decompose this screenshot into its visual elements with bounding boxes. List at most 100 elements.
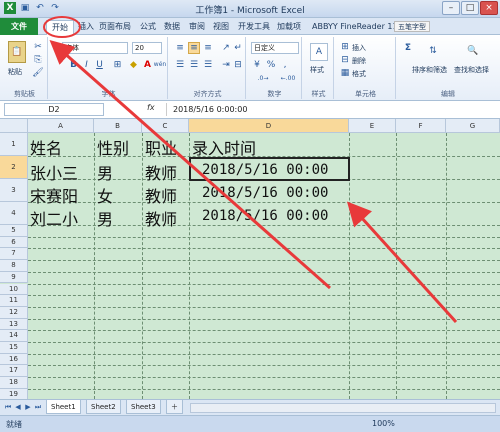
row-header-12[interactable]: 12 xyxy=(0,306,28,319)
tab-insert[interactable]: 插入 xyxy=(78,20,94,34)
minimize-button[interactable]: – xyxy=(442,1,460,15)
new-sheet-icon[interactable]: ＋ xyxy=(166,400,183,414)
cell-b2[interactable]: 男 xyxy=(97,160,113,184)
column-header-d[interactable]: D xyxy=(189,119,349,133)
bold-icon[interactable]: B xyxy=(68,59,79,70)
tab-developer[interactable]: 开发工具 xyxy=(238,20,270,34)
italic-icon[interactable]: I xyxy=(81,59,92,70)
row-header-7[interactable]: 7 xyxy=(0,248,28,261)
column-header-b[interactable]: B xyxy=(94,119,142,133)
find-select-icon[interactable]: 🔍 xyxy=(464,41,482,61)
format-cells-icon[interactable]: ▦ xyxy=(340,68,350,78)
copy-icon[interactable]: ⎘ xyxy=(32,54,44,66)
tab-home[interactable]: 开始 xyxy=(46,20,74,36)
cell-a4[interactable]: 刘二小 xyxy=(30,206,78,230)
column-header-g[interactable]: G xyxy=(446,119,500,133)
wrap-text-icon[interactable]: ↵ xyxy=(232,42,244,54)
font-size-select[interactable]: 20 xyxy=(132,42,162,54)
align-left-icon[interactable]: ☰ xyxy=(174,59,186,71)
cell-b4[interactable]: 男 xyxy=(97,206,113,230)
column-header-f[interactable]: F xyxy=(396,119,446,133)
row-header-17[interactable]: 17 xyxy=(0,365,28,378)
row-header-19[interactable]: 19 xyxy=(0,388,28,399)
format-cells-button[interactable]: 格式 xyxy=(352,69,366,79)
formula-input[interactable]: 2018/5/16 0:00:00 xyxy=(166,103,496,116)
cell-d3[interactable]: 2018/5/16 00:00 xyxy=(202,185,328,201)
row-header-13[interactable]: 13 xyxy=(0,318,28,331)
sheet-tab-3[interactable]: Sheet3 xyxy=(126,400,161,414)
zoom-level[interactable]: 100% xyxy=(372,419,395,428)
styles-button[interactable]: 样式 xyxy=(310,65,324,75)
tab-addins[interactable]: 加载项 xyxy=(277,20,301,34)
sort-filter-button[interactable]: 排序和筛选 xyxy=(412,65,447,75)
insert-cells-button[interactable]: 插入 xyxy=(352,43,366,53)
number-format-select[interactable]: 日定义 xyxy=(251,42,299,54)
cell-c3[interactable]: 教师 xyxy=(145,183,177,207)
indent-icon[interactable]: ⇥ xyxy=(220,59,232,71)
cell-a1[interactable]: 姓名 xyxy=(30,135,62,159)
row-header-10[interactable]: 10 xyxy=(0,283,28,296)
cut-icon[interactable]: ✂ xyxy=(32,41,44,53)
close-button[interactable]: × xyxy=(480,1,498,15)
row-header-1[interactable]: 1 xyxy=(0,133,28,156)
next-sheet-icon[interactable]: ▶ xyxy=(24,403,32,413)
row-header-8[interactable]: 8 xyxy=(0,260,28,272)
cell-c1[interactable]: 职业 xyxy=(145,135,177,159)
cell-d4[interactable]: 2018/5/16 00:00 xyxy=(202,208,328,224)
row-header-4[interactable]: 4 xyxy=(0,202,28,225)
row-header-9[interactable]: 9 xyxy=(0,271,28,284)
column-header-c[interactable]: C xyxy=(142,119,189,133)
font-color-icon[interactable]: A xyxy=(142,59,153,70)
align-top-icon[interactable]: ≡ xyxy=(174,42,186,54)
row-header-11[interactable]: 11 xyxy=(0,295,28,307)
align-center-icon[interactable]: ☰ xyxy=(188,59,200,71)
currency-icon[interactable]: ¥ xyxy=(251,59,263,71)
tab-file[interactable]: 文件 xyxy=(0,18,38,35)
fill-color-icon[interactable]: ◆ xyxy=(128,59,139,70)
column-header-e[interactable]: E xyxy=(349,119,396,133)
row-header-3[interactable]: 3 xyxy=(0,179,28,202)
row-header-14[interactable]: 14 xyxy=(0,330,28,342)
cell-a3[interactable]: 宋赛阳 xyxy=(30,183,78,207)
maximize-button[interactable]: □ xyxy=(461,1,479,15)
align-middle-icon[interactable]: ≡ xyxy=(188,42,200,54)
cell-d1[interactable]: 录入时间 xyxy=(192,135,256,159)
first-sheet-icon[interactable]: ⏮ xyxy=(4,403,12,413)
tab-review[interactable]: 审阅 xyxy=(189,20,205,34)
sheet-tab-2[interactable]: Sheet2 xyxy=(86,400,121,414)
sheet-tab-1[interactable]: Sheet1 xyxy=(46,400,81,414)
styles-icon[interactable]: A xyxy=(310,43,328,61)
tab-formulas[interactable]: 公式 xyxy=(140,20,156,34)
cell-b3[interactable]: 女 xyxy=(97,183,113,207)
tab-view[interactable]: 视图 xyxy=(213,20,229,34)
row-header-6[interactable]: 6 xyxy=(0,236,28,249)
prev-sheet-icon[interactable]: ◀ xyxy=(14,403,22,413)
tab-data[interactable]: 数据 xyxy=(164,20,180,34)
font-name-select[interactable]: 宋体 xyxy=(62,42,128,54)
row-header-5[interactable]: 5 xyxy=(0,225,28,237)
find-select-button[interactable]: 查找和选择 xyxy=(454,65,489,75)
worksheet-grid[interactable]: A B C D E F G 1 2 3 4 5 6 7 8 9 10 11 12 13 14 15 16 17 1… xyxy=(0,119,500,399)
comma-icon[interactable]: , xyxy=(279,59,291,71)
horizontal-scrollbar[interactable] xyxy=(190,403,496,413)
delete-cells-icon[interactable]: ⊟ xyxy=(340,55,350,65)
last-sheet-icon[interactable]: ⏭ xyxy=(34,403,42,413)
insert-cells-icon[interactable]: ⊞ xyxy=(340,42,350,52)
tab-abbyy[interactable]: ABBYY FineReader 11 xyxy=(312,20,398,34)
name-box[interactable]: D2 xyxy=(4,103,104,116)
increase-decimal-icon[interactable]: .0→ xyxy=(251,73,275,83)
align-bottom-icon[interactable]: ≡ xyxy=(202,42,214,54)
row-header-15[interactable]: 15 xyxy=(0,342,28,354)
underline-icon[interactable]: U xyxy=(94,59,105,70)
sort-filter-icon[interactable]: ⇅ xyxy=(424,41,442,61)
format-painter-icon[interactable]: 🖌 xyxy=(32,67,44,79)
phonetic-icon[interactable]: wén xyxy=(154,59,166,70)
decrease-decimal-icon[interactable]: ←.00 xyxy=(276,73,300,83)
row-header-16[interactable]: 16 xyxy=(0,353,28,366)
column-header-a[interactable]: A xyxy=(28,119,94,133)
row-header-2[interactable]: 2 xyxy=(0,156,28,179)
percent-icon[interactable]: % xyxy=(265,59,277,71)
select-all-corner[interactable] xyxy=(0,119,28,133)
cell-a2[interactable]: 张小三 xyxy=(30,160,78,184)
autosum-icon[interactable]: Σ xyxy=(402,42,414,54)
